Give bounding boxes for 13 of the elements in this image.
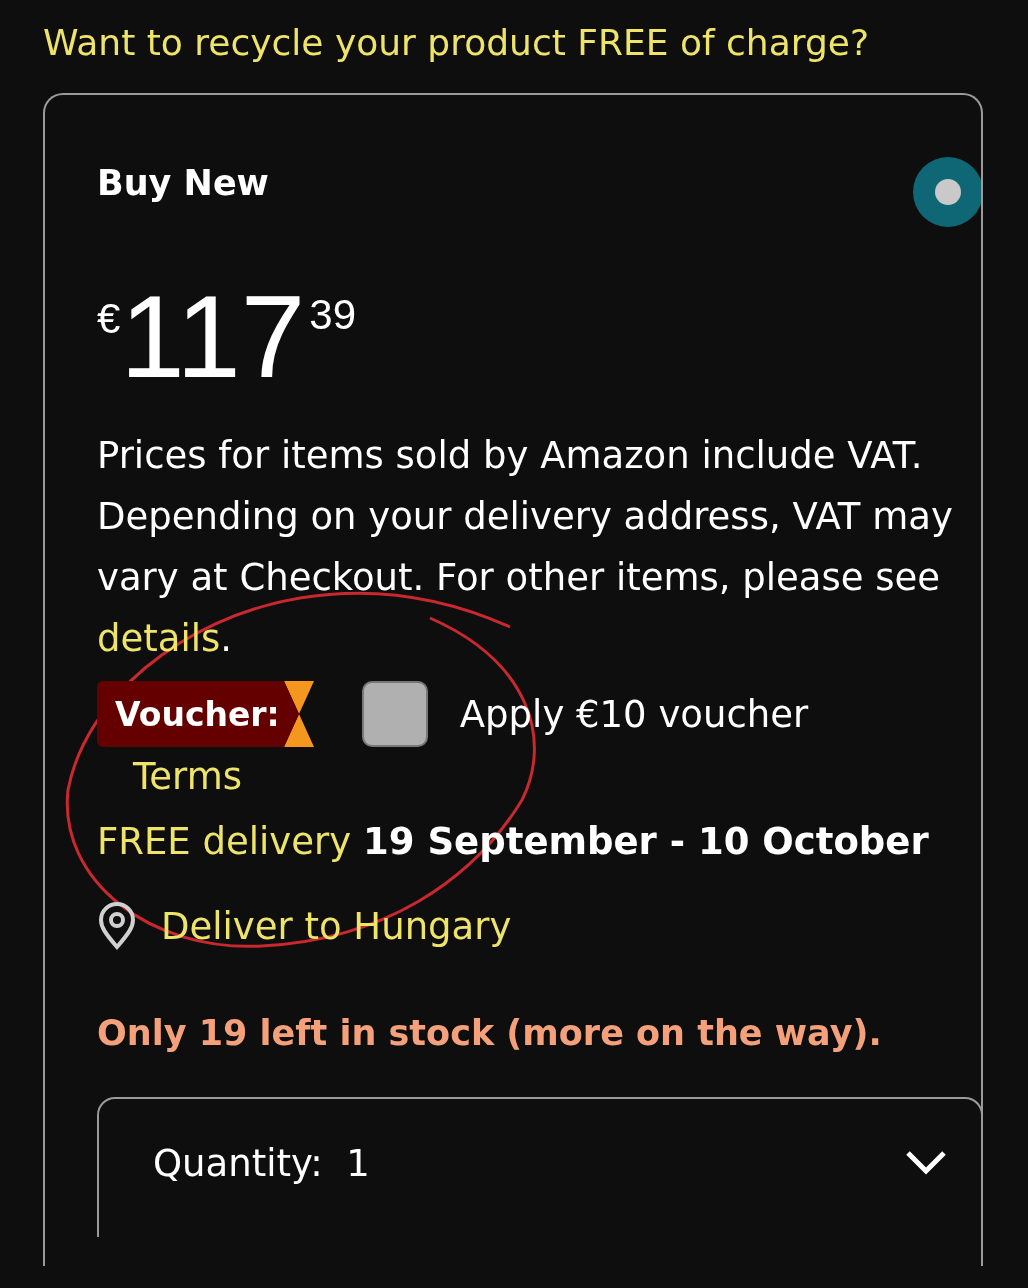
deliver-to-link[interactable]: Deliver to Hungary (161, 904, 512, 948)
chevron-down-icon (905, 1150, 947, 1176)
terms-link[interactable]: Terms (133, 755, 242, 798)
voucher-checkbox[interactable] (361, 681, 428, 747)
option-title: Buy New (97, 163, 269, 203)
quantity-dropdown[interactable]: Quantity: 1 (97, 1097, 981, 1237)
stock-notice: Only 19 left in stock (more on the way). (97, 1013, 882, 1053)
free-delivery-link[interactable]: FREE delivery (97, 820, 352, 863)
currency-symbol: € (97, 295, 121, 343)
price-fraction: 39 (309, 291, 356, 339)
price-whole: 117 (120, 287, 306, 387)
recycle-link[interactable]: Want to recycle your product FREE of charge? (43, 22, 869, 63)
location-pin-icon (97, 901, 137, 951)
